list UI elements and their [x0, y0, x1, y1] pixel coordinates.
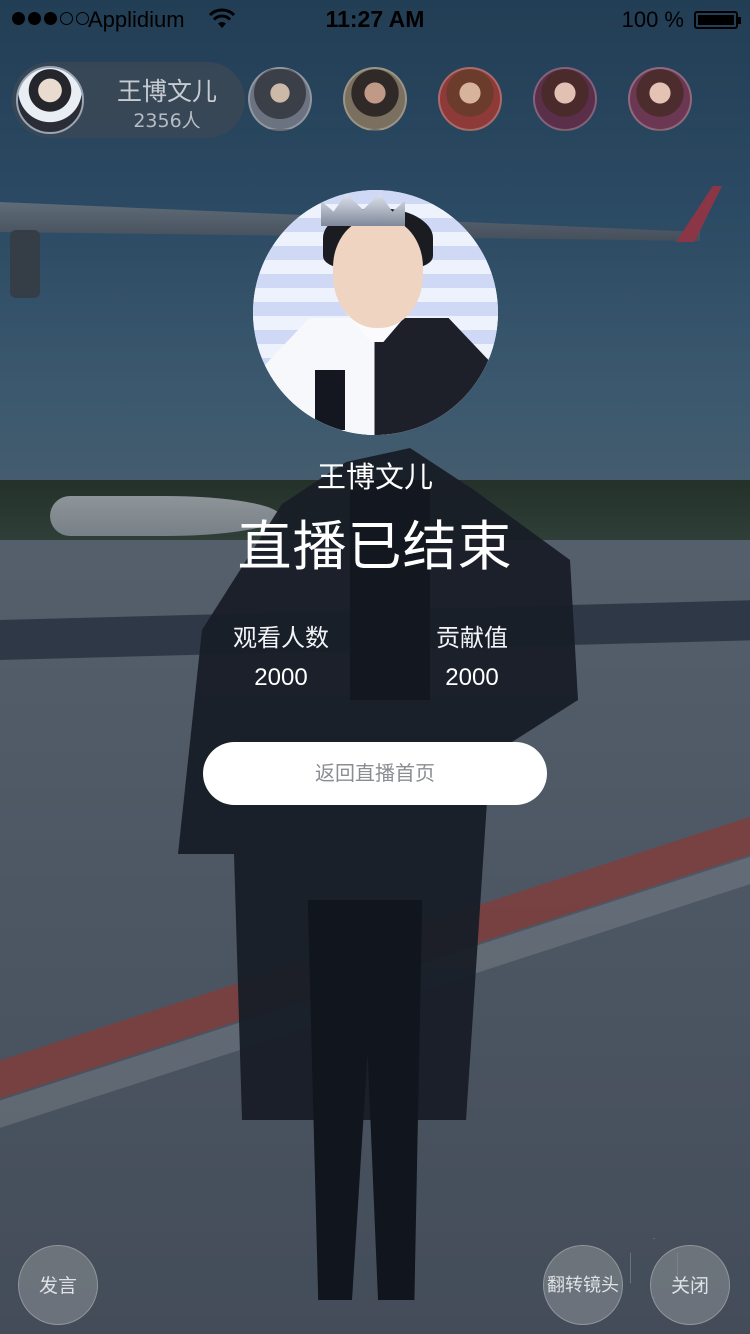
- speak-button[interactable]: 发言: [18, 1245, 98, 1325]
- stat-label: 贡献值: [436, 624, 508, 652]
- host-info-pill[interactable]: 王博文儿 2356人: [12, 62, 245, 138]
- live-ended-title: 直播已结束: [237, 515, 513, 578]
- viewer-avatar[interactable]: [438, 67, 502, 131]
- stat-viewers: 观看人数 2000: [181, 618, 381, 692]
- streamer-avatar: [253, 190, 498, 435]
- viewer-avatar[interactable]: [533, 67, 597, 131]
- viewer-avatar[interactable]: [343, 67, 407, 131]
- stat-label: 观看人数: [233, 624, 329, 652]
- host-viewer-count: 2356人: [133, 110, 201, 132]
- battery-percentage: 100 %: [621, 7, 684, 32]
- viewer-avatar[interactable]: [248, 67, 312, 131]
- stat-value: 2000: [445, 664, 499, 691]
- streamer-name: 王博文儿: [316, 460, 433, 494]
- viewer-avatar[interactable]: [628, 67, 692, 131]
- status-bar: Applidium 11:27 AM 100 %: [0, 0, 750, 40]
- host-avatar[interactable]: [16, 66, 84, 134]
- stat-contribution: 贡献值 2000: [372, 618, 572, 692]
- host-name: 王博文儿: [116, 77, 217, 106]
- close-button[interactable]: 关闭: [650, 1245, 730, 1325]
- flip-camera-button[interactable]: 翻转镜头: [543, 1245, 623, 1325]
- back-to-live-home-button[interactable]: 返回直播首页: [203, 742, 547, 805]
- stat-value: 2000: [254, 664, 308, 691]
- battery-icon: [694, 11, 741, 29]
